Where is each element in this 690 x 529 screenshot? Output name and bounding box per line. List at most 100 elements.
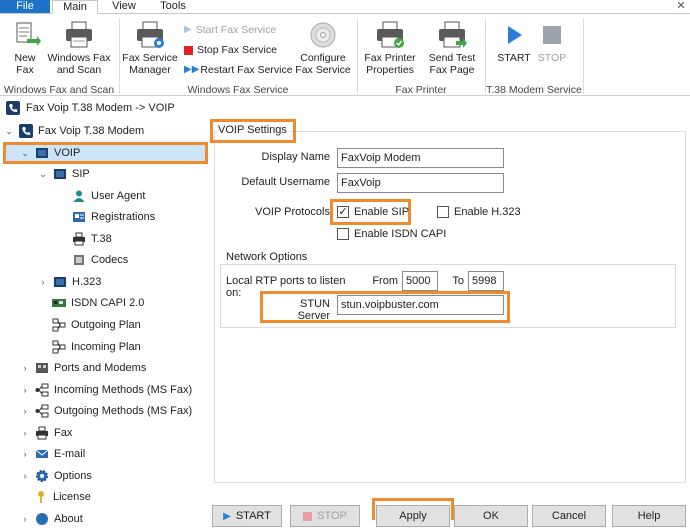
chevron-right-icon[interactable]: › bbox=[20, 363, 30, 373]
ok-button[interactable]: OK bbox=[454, 505, 528, 527]
modem-icon bbox=[35, 146, 49, 160]
fax-service-manager-button[interactable]: Fax Service Manager bbox=[122, 20, 178, 76]
modem-icon bbox=[53, 275, 67, 289]
tree-label: VOIP bbox=[54, 147, 81, 159]
modem-stop-button[interactable]: STOP bbox=[532, 20, 572, 64]
group-label-fax-printer: Fax Printer bbox=[395, 84, 447, 96]
stop-fax-service-label: Stop Fax Service bbox=[197, 44, 277, 56]
enable-sip-label: Enable SIP bbox=[354, 206, 410, 218]
collapse-ribbon-icon[interactable]: ✕ bbox=[674, 0, 688, 13]
isdn-card-icon bbox=[52, 296, 66, 310]
rtp-to-field[interactable]: 5998 bbox=[468, 271, 504, 291]
tree-item-isdn[interactable]: ISDN CAPI 2.0 bbox=[52, 293, 144, 313]
tree-label: Incoming Methods (MS Fax) bbox=[54, 384, 193, 396]
tab-file[interactable]: File bbox=[0, 0, 50, 14]
chevron-right-icon[interactable]: › bbox=[20, 471, 30, 481]
enable-isdn-checkbox[interactable]: Enable ISDN CAPI bbox=[337, 228, 446, 240]
enable-h323-checkbox[interactable]: Enable H.323 bbox=[437, 206, 521, 218]
tree-item-ports-modems[interactable]: › Ports and Modems bbox=[20, 358, 147, 378]
chevron-right-icon[interactable]: › bbox=[20, 406, 30, 416]
start-fax-service-button[interactable]: ▶ Start Fax Service bbox=[184, 22, 276, 38]
default-username-field[interactable]: FaxVoip bbox=[337, 173, 504, 193]
tree-item-license[interactable]: License bbox=[34, 487, 91, 507]
send-test-fax-page-button[interactable]: Send Test Fax Page bbox=[424, 20, 480, 76]
service-stop-button[interactable]: STOP bbox=[290, 505, 360, 527]
tree-label: Codecs bbox=[91, 254, 129, 266]
stun-server-field[interactable]: stun.voipbuster.com bbox=[337, 295, 504, 315]
tree-label: Outgoing Methods (MS Fax) bbox=[54, 405, 193, 417]
chevron-right-icon[interactable]: › bbox=[38, 277, 48, 287]
tree-item-user-agent[interactable]: User Agent bbox=[72, 186, 145, 206]
cancel-button[interactable]: Cancel bbox=[532, 505, 606, 527]
windows-fax-scan-button[interactable]: Windows Fax and Scan bbox=[44, 20, 114, 76]
start-fax-service-label: Start Fax Service bbox=[195, 24, 277, 36]
tree-item-incoming-plan[interactable]: Incoming Plan bbox=[52, 337, 141, 357]
tree-label: H.323 bbox=[72, 276, 102, 288]
play-icon: ▶ bbox=[184, 24, 192, 35]
tab-main[interactable]: Main bbox=[52, 0, 98, 14]
tree-item-root[interactable]: ⌄ Fax Voip T.38 Modem bbox=[4, 121, 144, 141]
stop-square-icon bbox=[184, 45, 193, 55]
tree-label: ISDN CAPI 2.0 bbox=[71, 297, 145, 309]
tree-item-sip[interactable]: ⌄ SIP bbox=[38, 164, 90, 184]
configure-fax-service-button[interactable]: Configure Fax Service bbox=[294, 20, 352, 76]
chevron-down-icon[interactable]: ⌄ bbox=[4, 126, 14, 137]
ok-label: OK bbox=[483, 510, 499, 522]
group-separator bbox=[583, 18, 584, 94]
help-button[interactable]: Help bbox=[612, 505, 686, 527]
tree-label: About bbox=[54, 513, 83, 525]
tree-item-h323[interactable]: › H.323 bbox=[38, 272, 102, 292]
ribbon: New Fax Windows Fax and Scan Windows Fax… bbox=[0, 13, 690, 96]
tree-item-options[interactable]: › Options bbox=[20, 466, 92, 486]
voip-settings-title: VOIP Settings bbox=[216, 124, 289, 136]
chevron-right-icon[interactable]: › bbox=[20, 428, 30, 438]
tree-item-outgoing-methods[interactable]: › Outgoing Methods (MS Fax) bbox=[20, 401, 192, 421]
tree-item-registrations[interactable]: Registrations bbox=[72, 207, 155, 227]
restart-icon: ▶▶ bbox=[184, 64, 200, 75]
tree-item-fax[interactable]: › Fax bbox=[20, 423, 72, 443]
apply-label: Apply bbox=[399, 510, 427, 522]
enable-sip-checkbox[interactable]: ✓ Enable SIP bbox=[337, 206, 409, 218]
chevron-right-icon[interactable]: › bbox=[20, 449, 30, 459]
tree-label: Fax bbox=[54, 427, 73, 439]
display-name-field[interactable]: FaxVoip Modem bbox=[337, 148, 504, 168]
restart-fax-service-label: Restart Fax Service bbox=[200, 64, 293, 76]
codecs-icon bbox=[72, 253, 86, 267]
restart-fax-service-button[interactable]: ▶▶ Restart Fax Service bbox=[184, 62, 293, 78]
fax-printer-properties-button[interactable]: Fax Printer Properties bbox=[362, 20, 418, 76]
tab-view[interactable]: View bbox=[104, 0, 144, 14]
tree-item-about[interactable]: › About bbox=[20, 509, 83, 529]
ports-icon bbox=[35, 361, 49, 375]
chevron-right-icon[interactable]: › bbox=[20, 385, 30, 395]
chevron-right-icon[interactable]: › bbox=[20, 514, 30, 524]
send-test-fax-page-label: Send Test Fax Page bbox=[428, 52, 476, 76]
tree-item-codecs[interactable]: Codecs bbox=[72, 250, 128, 270]
new-fax-button[interactable]: New Fax bbox=[4, 20, 46, 76]
stop-fax-service-button[interactable]: Stop Fax Service bbox=[184, 42, 277, 58]
tree-item-email[interactable]: › E-mail bbox=[20, 444, 86, 464]
group-separator bbox=[119, 18, 120, 94]
help-label: Help bbox=[637, 510, 661, 522]
modem-start-label: START bbox=[497, 52, 531, 64]
group-separator bbox=[357, 18, 358, 94]
service-stop-label: STOP bbox=[317, 510, 347, 522]
modem-start-button[interactable]: START bbox=[494, 20, 534, 64]
service-start-button[interactable]: ▶ START bbox=[212, 505, 282, 527]
service-start-label: START bbox=[235, 510, 271, 522]
key-icon bbox=[34, 490, 48, 504]
group-label-modem-service: T.38 Modem Service bbox=[486, 84, 582, 96]
tree-item-outgoing-plan[interactable]: Outgoing Plan bbox=[52, 315, 141, 335]
tree-item-t38[interactable]: T.38 bbox=[72, 229, 112, 249]
tab-tools[interactable]: Tools bbox=[152, 0, 194, 14]
tree-item-voip[interactable]: ⌄ VOIP bbox=[20, 143, 80, 163]
ribbon-tab-bar: File Main View Tools ✕ bbox=[0, 0, 690, 14]
apply-button[interactable]: Apply bbox=[376, 505, 450, 527]
tree-item-incoming-methods[interactable]: › Incoming Methods (MS Fax) bbox=[20, 380, 192, 400]
fax-service-manager-icon bbox=[134, 20, 166, 50]
chevron-down-icon[interactable]: ⌄ bbox=[20, 148, 30, 159]
rtp-from-field[interactable]: 5000 bbox=[402, 271, 438, 291]
chevron-down-icon[interactable]: ⌄ bbox=[38, 169, 48, 180]
tree-label: SIP bbox=[72, 168, 90, 180]
new-fax-icon bbox=[9, 20, 41, 50]
cd-disc-icon bbox=[307, 20, 339, 50]
